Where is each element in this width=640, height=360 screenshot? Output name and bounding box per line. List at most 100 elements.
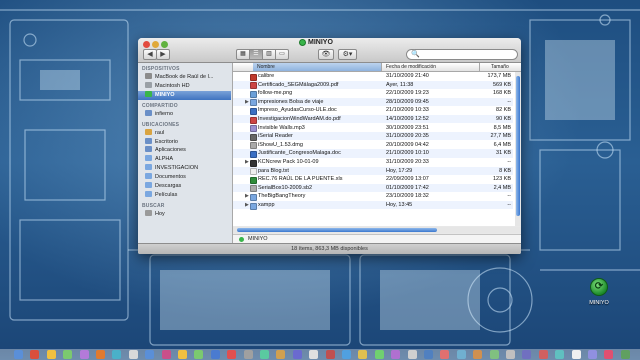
dock-app-icon[interactable] [30,350,40,359]
column-header-size[interactable]: Tamaño [491,63,509,71]
dock-app-icon[interactable] [14,350,23,359]
file-row[interactable]: iSerial Reader 31/10/2009 20:35 27,7 MB [233,132,513,141]
dock-app-icon[interactable] [128,350,138,359]
file-row[interactable]: InvestigacionWindWardAM.do.pdf 14/10/2009… [233,115,513,124]
file-row[interactable]: ▶ TheBigBangTheory 23/10/2009 18:32 -- [233,192,513,201]
dock-app-icon[interactable] [571,350,581,359]
quick-look-button[interactable]: 👁 [318,49,334,60]
file-row[interactable]: ▶ KCNcrew Pack 10-01-09 31/10/2009 20:33 -- [233,158,513,167]
dock-app-icon[interactable] [391,350,401,359]
dock-app-icon[interactable] [456,350,466,359]
sidebar-item[interactable]: INVESTIGACION [145,164,231,173]
vertical-scroll-thumb[interactable] [516,76,520,216]
file-row[interactable]: Invisible Walls.mp3 30/10/2009 23:51 8,5 M… [233,124,513,133]
column-divider[interactable] [479,63,480,71]
column-header-name[interactable]: Nombre [253,63,381,71]
dock-app-icon[interactable] [227,350,237,359]
sidebar-item[interactable]: MacBook de Raúl de l... [145,73,231,82]
dock-app-icon[interactable] [79,350,89,359]
file-row[interactable]: iShowU_1.53.dmg 20/10/2009 04:42 6,4 MB [233,141,513,150]
sidebar-item[interactable]: Descargas [145,182,231,191]
dock-app-icon[interactable] [440,350,450,359]
disclosure-triangle-icon[interactable]: ▶ [245,192,249,200]
dock-app-icon[interactable] [604,350,614,359]
sidebar-item[interactable]: Aplicaciones [145,146,231,155]
dock-app-icon[interactable] [374,350,384,359]
search-input[interactable]: 🔍 [406,49,518,60]
dock-app-icon[interactable] [112,350,122,359]
file-row[interactable]: Impreso_AyudasCurso-ULE.doc 21/10/2009 10… [233,106,513,115]
dock-app-icon[interactable] [161,350,171,359]
sidebar-item[interactable]: Escritorio [145,137,231,147]
column-view-icon[interactable]: ▥ [262,49,276,60]
sidebar-item[interactable]: raul [145,128,231,138]
sidebar-item[interactable]: Documentos [145,173,231,182]
horizontal-scrollbar[interactable] [233,227,521,233]
coverflow-view-icon[interactable]: ▭ [275,49,289,60]
file-row[interactable]: follow-me.png 22/10/2009 19:23 168 KB [233,89,513,98]
title-bar[interactable]: ◀ ▶ ▦ ☰ ▥ ▭ MINIYO 👁 ⚙▾ 🔍 [138,38,521,63]
dock-app-icon[interactable] [210,350,220,359]
dock-app-icon[interactable] [63,350,73,359]
file-row[interactable]: Justificante_CongresoMalaga.doc 21/10/200… [233,149,513,158]
file-row[interactable]: REC.76 RAÚL DE LA PUENTE.xls 22/09/2009 1… [233,175,513,184]
dock-app-icon[interactable] [407,350,417,359]
back-button[interactable]: ◀ [143,49,157,60]
dock-app-icon[interactable] [620,350,630,359]
list-view-icon[interactable]: ☰ [249,49,263,60]
dock-app-icon[interactable] [309,350,319,359]
file-row[interactable]: Certificado_SEGMálaga2009.pdf Ayer, 11:38… [233,80,513,90]
file-row[interactable]: calibre 31/10/2009 21:40 173,7 MB [233,72,513,81]
dock-app-icon[interactable] [358,350,368,359]
sidebar-item[interactable]: ALPHA [145,155,231,164]
close-button[interactable] [143,41,150,48]
column-header-date[interactable]: Fecha de modificación [386,63,436,71]
dock-app-icon[interactable] [96,350,105,359]
forward-button[interactable]: ▶ [156,49,170,60]
dock-app-icon[interactable] [260,350,269,359]
dock-app-icon[interactable] [194,350,204,359]
file-name: follow-me.png [258,90,293,97]
path-bar-item[interactable]: MINIYO [248,235,268,243]
vertical-scrollbar[interactable] [515,72,521,226]
disclosure-triangle-icon[interactable]: ▶ [245,98,249,106]
action-menu-button[interactable]: ⚙▾ [338,49,357,60]
dock-app-icon[interactable] [46,350,56,359]
dock-app-icon[interactable] [538,350,548,359]
dock-app-icon[interactable] [325,350,335,359]
sidebar-item-label: Descargas [155,183,182,189]
minimize-button[interactable] [152,41,159,48]
dock-app-icon[interactable] [342,350,351,359]
sidebar-item[interactable]: MINIYO [138,90,231,100]
dock-app-icon[interactable] [424,350,433,359]
sidebar-item[interactable]: infierno [145,109,231,119]
file-row[interactable]: ▶ xampp Hoy, 13:45 -- [233,201,513,210]
dock-app-icon[interactable] [178,350,187,359]
dock-app-icon[interactable] [292,350,302,359]
dock-app-icon[interactable] [522,350,532,359]
dock-app-icon[interactable] [506,350,515,359]
sidebar-item[interactable]: Hoy [145,209,231,219]
disclosure-triangle-icon[interactable]: ▶ [245,158,249,166]
file-size: -- [507,159,511,165]
disclosure-triangle-icon[interactable]: ▶ [245,201,249,209]
file-row[interactable]: para Blog.txt Hoy, 17:29 8 KB [233,166,513,176]
icon-view-icon[interactable]: ▦ [236,49,250,60]
sidebar-heading-places: UBICACIONES [142,121,180,128]
sidebar-item[interactable]: Macintosh HD [145,81,231,91]
file-row[interactable]: SerialBox10-2009.sb2 01/10/2009 17:42 2,4 … [233,183,513,193]
dock-app-icon[interactable] [473,350,483,359]
file-name: Impreso_AyudasCurso-ULE.doc [258,107,337,114]
dock-app-icon[interactable] [489,350,499,359]
zoom-button[interactable] [161,41,168,48]
dock-app-icon[interactable] [588,350,597,359]
dock-app-icon[interactable] [276,350,286,359]
dock-app-icon[interactable] [243,350,253,359]
desktop-drive-icon[interactable]: ⟳ MINIYO [584,278,614,314]
file-row[interactable]: ▶ impresiones Bolsa de viaje 28/10/2009 09… [233,97,513,107]
dock-app-icon[interactable] [145,350,155,359]
column-divider[interactable] [381,63,382,71]
dock-app-icon[interactable] [555,350,565,359]
horizontal-scroll-thumb[interactable] [237,228,437,232]
sidebar-item[interactable]: Películas [145,190,231,200]
